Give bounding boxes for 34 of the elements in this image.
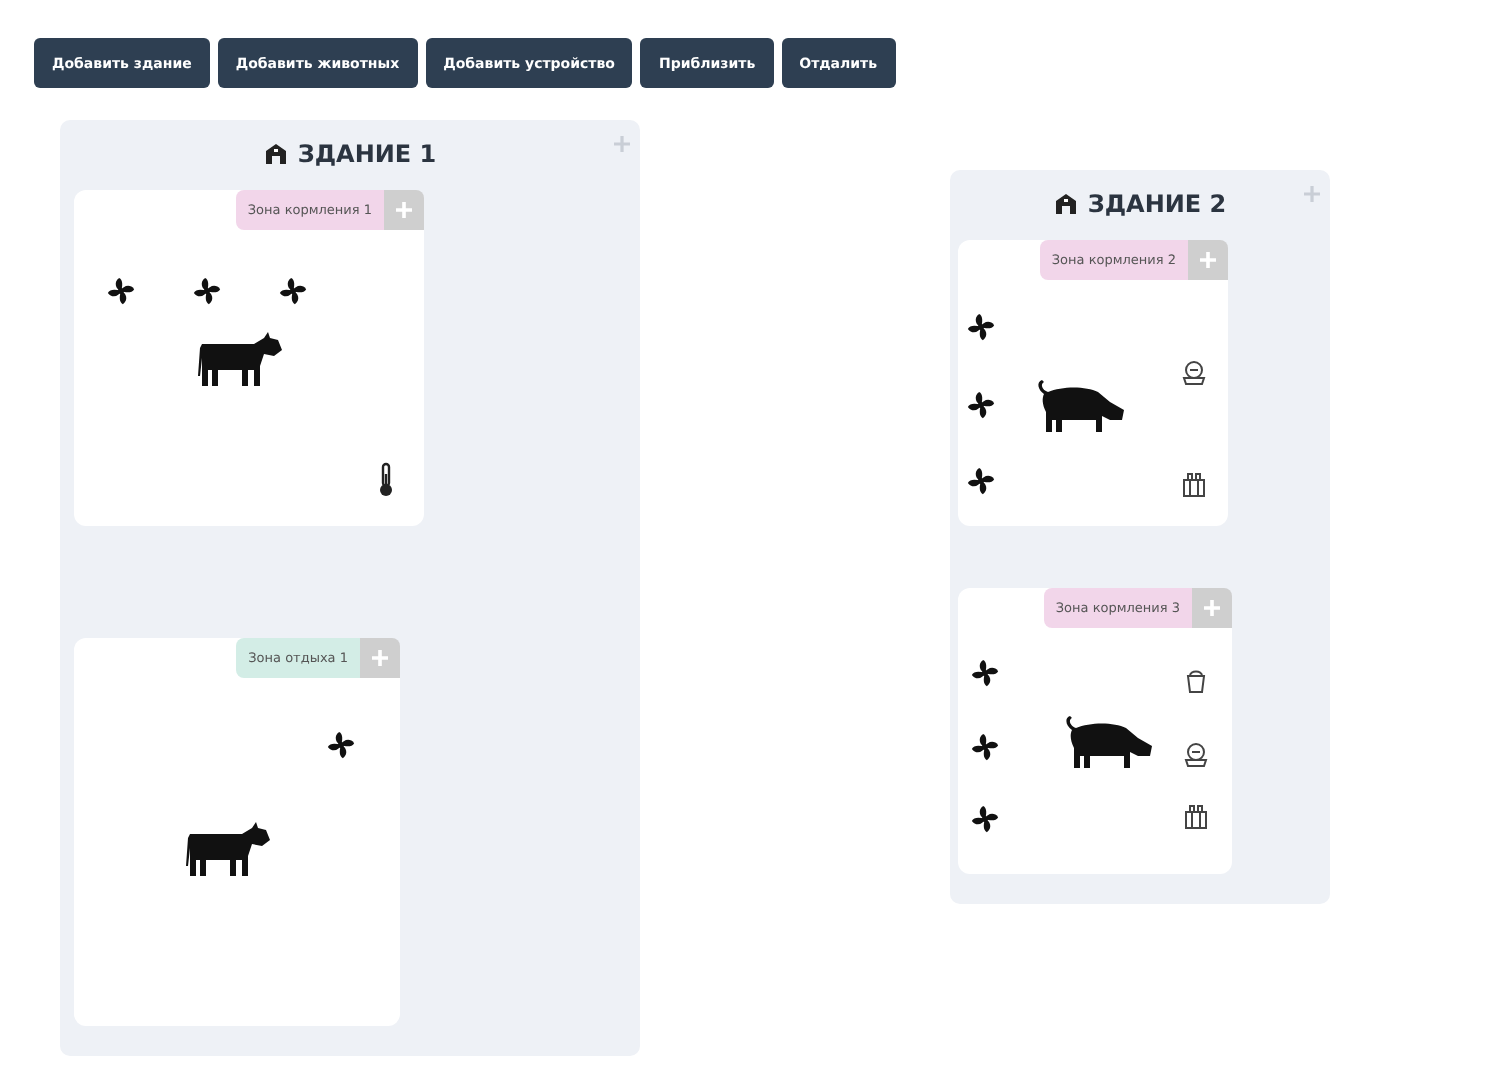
cow-icon [186, 822, 270, 878]
fan-icon [969, 803, 999, 833]
plus-icon [394, 200, 414, 220]
fan-icon [277, 275, 307, 305]
barn-icon [1053, 192, 1078, 216]
fan-icon [965, 311, 995, 341]
building-title: ЗДАНИЕ 2 [1087, 190, 1227, 218]
pig-icon [1034, 378, 1126, 434]
plus-icon [1202, 598, 1222, 618]
fan-icon [969, 657, 999, 687]
cup-icon [1184, 667, 1208, 693]
add-button[interactable] [1188, 240, 1228, 280]
bowl-icon [1184, 741, 1208, 767]
fan-icon [965, 389, 995, 419]
plus-icon[interactable] [612, 134, 632, 154]
fan-icon [969, 731, 999, 761]
fan-icon [325, 729, 355, 759]
plus-icon [1198, 250, 1218, 270]
crate-icon [1182, 471, 1206, 497]
fan-icon [965, 465, 995, 495]
barn-icon [263, 142, 288, 166]
crate-icon [1184, 803, 1208, 829]
fan-icon [105, 275, 135, 305]
add-button[interactable] [360, 638, 400, 678]
fan-icon [191, 275, 221, 305]
add-button[interactable] [1192, 588, 1232, 628]
cow-icon [198, 332, 282, 388]
plus-icon [370, 648, 390, 668]
pig-icon [1062, 714, 1154, 770]
add-button[interactable] [384, 190, 424, 230]
building-title: ЗДАНИЕ 1 [297, 140, 437, 168]
plus-icon[interactable] [1302, 184, 1322, 204]
thermometer-icon [378, 462, 394, 498]
bowl-icon [1182, 359, 1206, 385]
